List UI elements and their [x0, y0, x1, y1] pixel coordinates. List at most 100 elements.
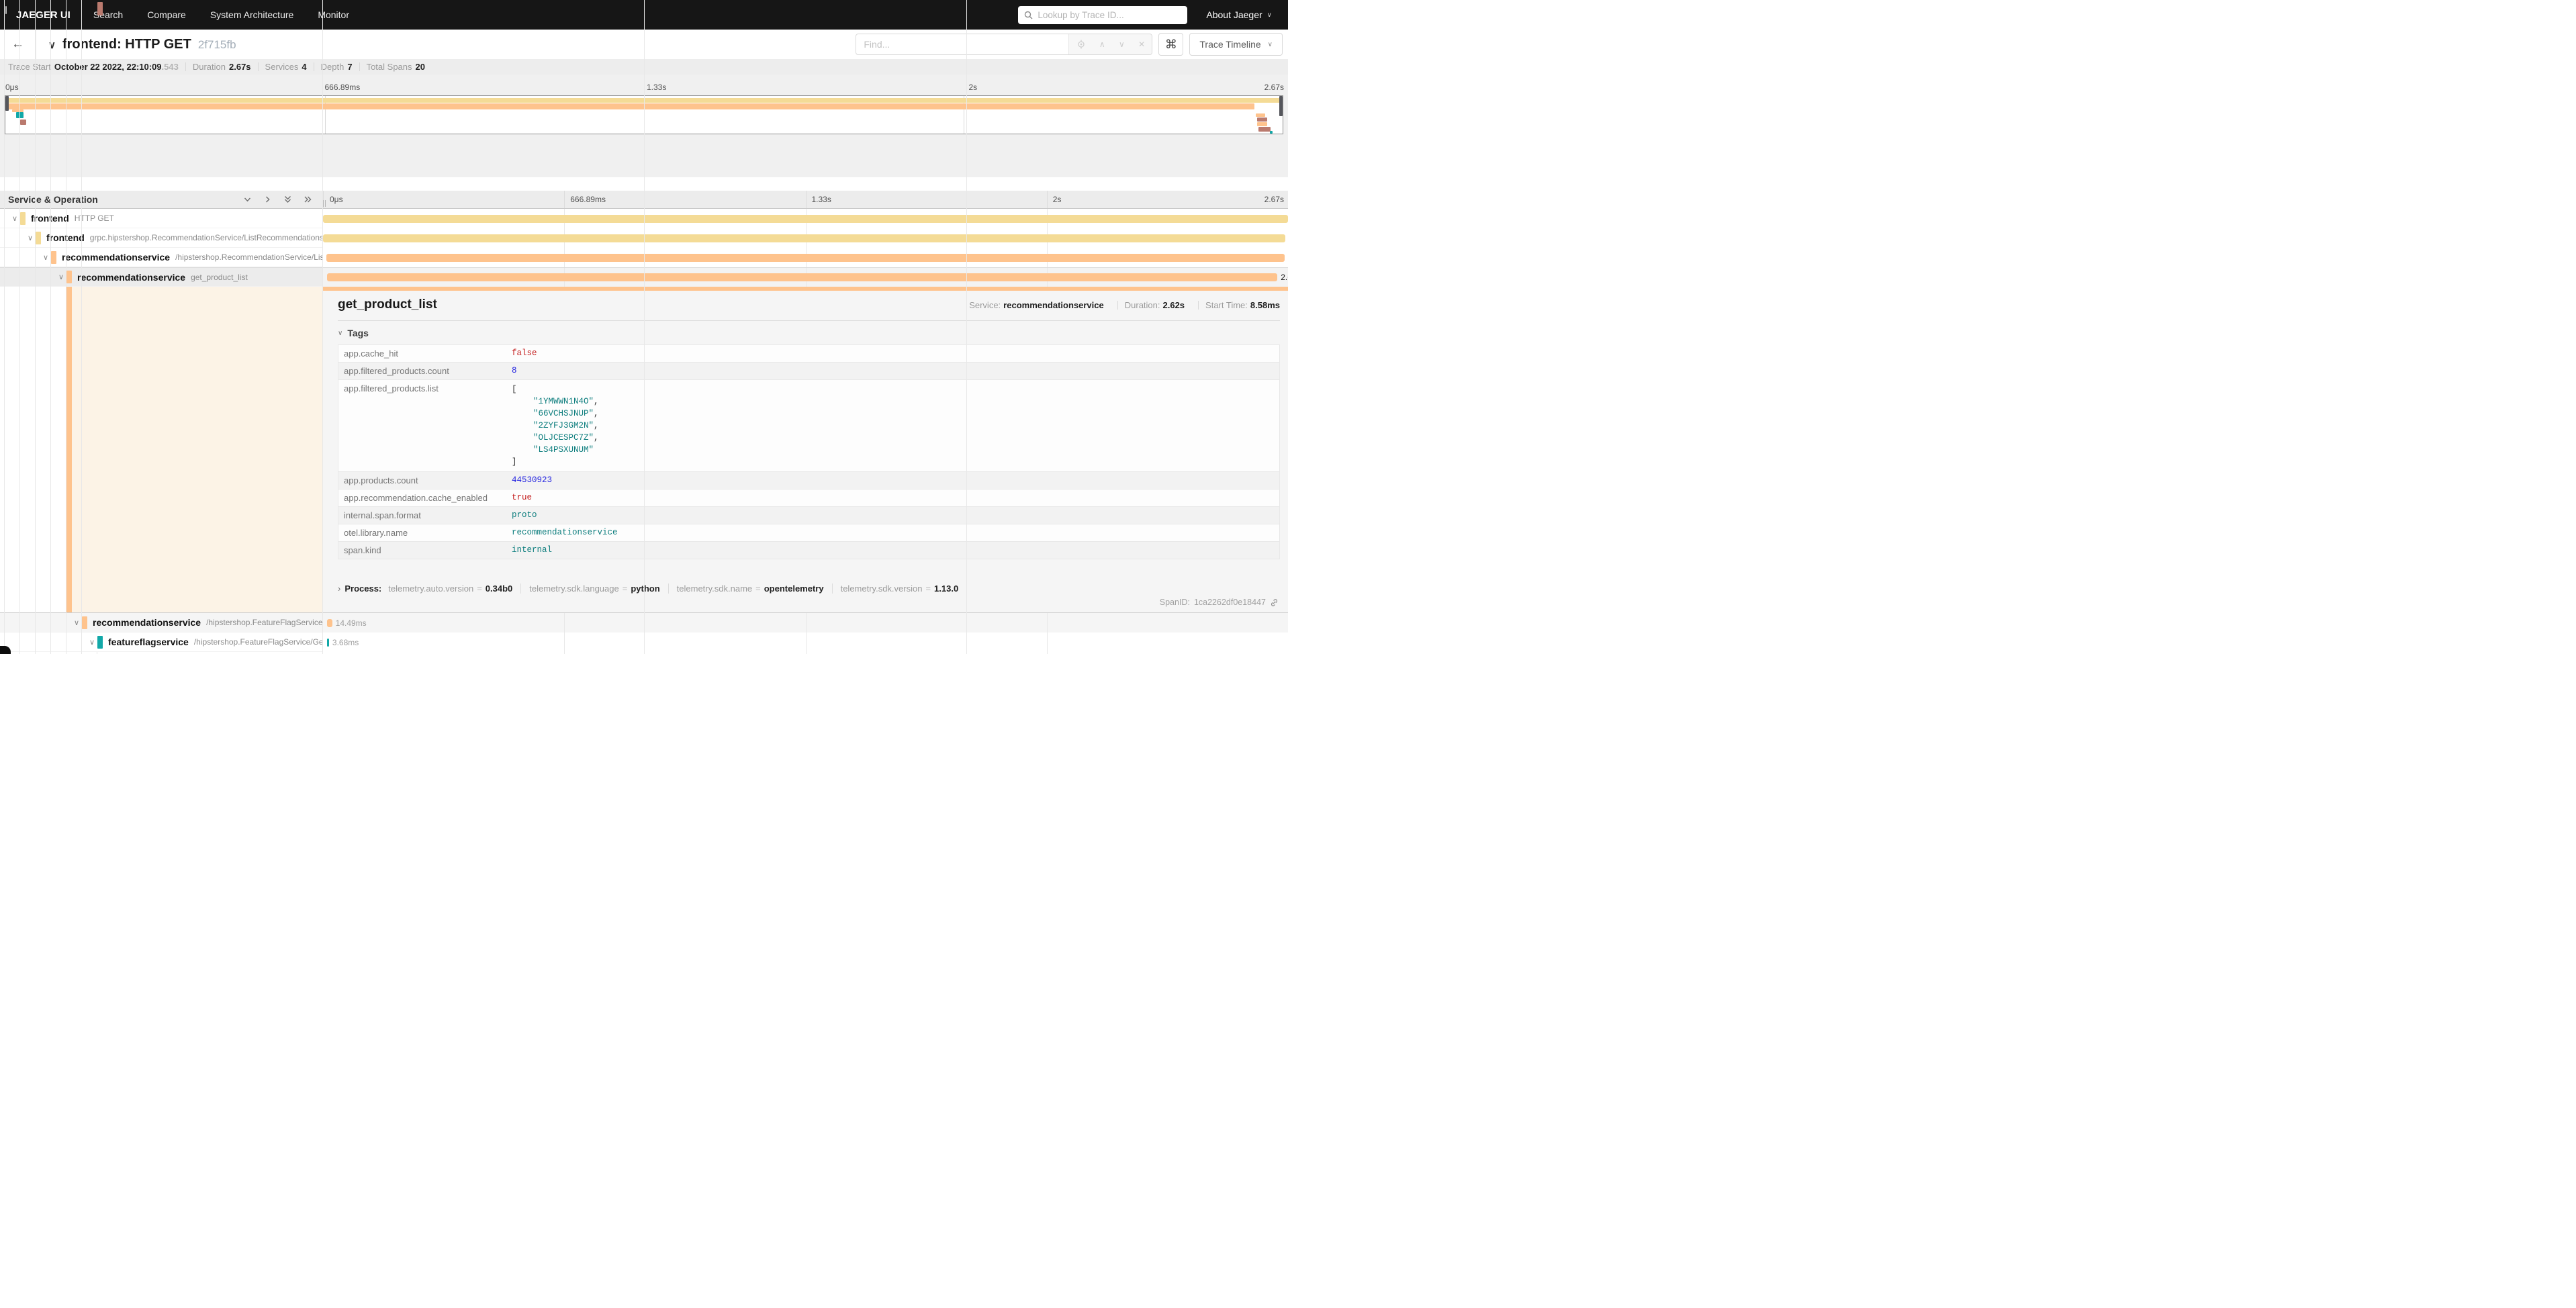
operation-name: /hipstershop.FeatureFlagService/Ge... [194, 637, 323, 647]
nav-item-system-architecture[interactable]: System Architecture [210, 9, 294, 20]
minimap-span-bar [1257, 122, 1267, 126]
column-resize-grip[interactable] [323, 200, 326, 207]
trace-stat: Duration2.67s [193, 62, 251, 72]
span-expand-chevron-icon[interactable]: ∨ [87, 638, 97, 647]
meta-separator [1117, 301, 1118, 310]
trace-lookup-input[interactable]: Lookup by Trace ID... [1018, 6, 1187, 24]
find-input[interactable]: Find... [856, 34, 1068, 54]
find-clear-icon[interactable]: ✕ [1138, 40, 1145, 49]
meta-value: 2.62s [1163, 300, 1185, 310]
process-value: 0.34b0 [486, 583, 512, 594]
span-expand-chevron-icon[interactable]: ∨ [9, 214, 20, 223]
timeline-gridline [1047, 633, 1048, 652]
tag-row[interactable]: app.cache_hitfalse [338, 345, 1279, 363]
about-jaeger-menu[interactable]: About Jaeger ∨ [1206, 9, 1272, 20]
tag-row[interactable]: app.products.count44530923 [338, 472, 1279, 489]
span-timeline-cell[interactable]: 3.68ms [323, 633, 1288, 652]
detail-span-color-strip [66, 287, 72, 612]
span-expand-chevron-icon[interactable]: ∨ [25, 234, 36, 242]
span-timeline-cell[interactable]: 14.49ms [323, 613, 1288, 633]
span-bar[interactable] [326, 254, 1285, 262]
timeline-gridline [1047, 652, 1048, 654]
stat-separator [185, 62, 186, 71]
tag-row[interactable]: otel.library.namerecommendationservice [338, 524, 1279, 542]
tag-key: app.products.count [338, 472, 506, 489]
detail-indent-tint [66, 287, 322, 612]
service-name: recommendationservice [93, 617, 201, 628]
back-button[interactable]: ← [0, 30, 36, 59]
minimap-span-bar [8, 103, 1254, 109]
stat-value: 2.67s [229, 62, 251, 72]
minimap-scrubber-handle[interactable] [1279, 96, 1283, 116]
span-id: SpanID: 1ca2262df0e18447 [1160, 598, 1279, 607]
span-name-cell[interactable]: featureflagservicefeatureflagservice.rep… [0, 652, 323, 654]
nav-item-compare[interactable]: Compare [147, 9, 186, 20]
list-item-string: "2ZYFJ3GM2N" [533, 421, 594, 430]
span-timeline-cell[interactable] [323, 209, 1288, 228]
span-detail-bar [323, 287, 1288, 291]
expand-one-icon[interactable] [263, 195, 273, 204]
tag-row[interactable]: span.kindinternal [338, 542, 1279, 559]
equals-sign: = [755, 583, 761, 594]
process-row[interactable]: › Process: telemetry.auto.version=0.34b0… [338, 583, 1280, 594]
ruler-tick-label: 0μs [5, 83, 19, 92]
span-expand-chevron-icon[interactable]: ∨ [40, 253, 51, 262]
list-item-string: "OLJCESPC7Z" [533, 433, 594, 442]
span-bar[interactable] [327, 619, 332, 627]
list-item: "OLJCESPC7Z", [512, 432, 1274, 444]
span-bar[interactable] [323, 234, 1285, 242]
trace-stat: Services4 [265, 62, 307, 72]
keyboard-shortcuts-button[interactable]: ⌘ [1158, 33, 1183, 56]
find-prev-icon[interactable]: ∧ [1099, 40, 1105, 49]
span-name-cell[interactable]: ∨featureflagservice/hipstershop.FeatureF… [0, 633, 323, 652]
tag-row[interactable]: app.filtered_products.list["1YMWWN1N4O",… [338, 380, 1279, 472]
span-expand-chevron-icon[interactable]: ∨ [56, 273, 66, 281]
tag-value: 8 [506, 363, 1279, 379]
span-timeline-cell[interactable] [323, 228, 1288, 248]
span-name-cell[interactable]: ∨recommendationservice/hipstershop.Featu… [0, 613, 323, 633]
span-timeline-cell[interactable] [323, 248, 1288, 267]
process-kv: telemetry.sdk.language=python [520, 583, 668, 594]
trace-collapse-chevron-icon[interactable]: ∨ [48, 39, 56, 51]
tags-section-toggle[interactable]: ∨ Tags [338, 328, 1280, 338]
span-name-cell[interactable]: ∨frontendHTTP GET [0, 209, 323, 228]
span-timeline-cell[interactable]: 2.62s [323, 268, 1288, 287]
span-bar[interactable] [327, 639, 329, 647]
app-logo[interactable]: JAEGER UI [16, 9, 71, 21]
span-detail-meta: Service:recommendationserviceDuration:2.… [969, 300, 1280, 310]
meta-label: Start Time: [1205, 300, 1248, 310]
service-color-block [51, 251, 56, 264]
minimap-span-bar [1257, 118, 1267, 122]
focus-icon[interactable] [1076, 40, 1086, 49]
span-name-cell[interactable]: ∨recommendationserviceget_product_list [0, 268, 323, 287]
stat-value: 4 [302, 62, 306, 72]
equals-sign: = [925, 583, 931, 594]
span-expand-chevron-icon[interactable]: ∨ [71, 618, 82, 627]
collapse-all-icon[interactable] [283, 195, 293, 204]
trace-lookup-placeholder: Lookup by Trace ID... [1038, 10, 1123, 20]
expand-all-icon[interactable] [303, 195, 313, 204]
jaeger-trace-page: JAEGER UI SearchCompareSystem Architectu… [0, 0, 1288, 654]
span-bar[interactable] [327, 273, 1277, 281]
chevron-down-icon: ∨ [1267, 11, 1272, 19]
tag-row[interactable]: internal.span.formatproto [338, 507, 1279, 524]
span-bar[interactable] [323, 215, 1288, 223]
link-icon[interactable] [1270, 598, 1279, 607]
span-name-cell[interactable]: ∨recommendationservice/hipstershop.Recom… [0, 248, 323, 267]
operation-name: HTTP GET [75, 214, 114, 223]
tag-row[interactable]: app.filtered_products.count8 [338, 363, 1279, 380]
view-selector-button[interactable]: Trace Timeline ∨ [1189, 33, 1283, 56]
span-timeline-cell[interactable]: 3.47ms [323, 652, 1288, 654]
service-color-block [36, 232, 41, 244]
service-name: recommendationservice [62, 252, 170, 263]
collapse-one-icon[interactable] [242, 195, 252, 204]
find-next-icon[interactable]: ∨ [1119, 40, 1125, 49]
span-name-cell[interactable]: ∨frontendgrpc.hipstershop.Recommendation… [0, 228, 323, 248]
tag-value: false [506, 345, 1279, 362]
tag-row[interactable]: app.recommendation.cache_enabledtrue [338, 489, 1279, 507]
minimap-scrubber-handle[interactable] [5, 96, 9, 111]
list-open-bracket: [ [512, 383, 1274, 395]
tag-value: 44530923 [506, 472, 1279, 489]
ruler-tick-label: 2s [1050, 195, 1062, 204]
ruler-gridline [1047, 191, 1048, 208]
